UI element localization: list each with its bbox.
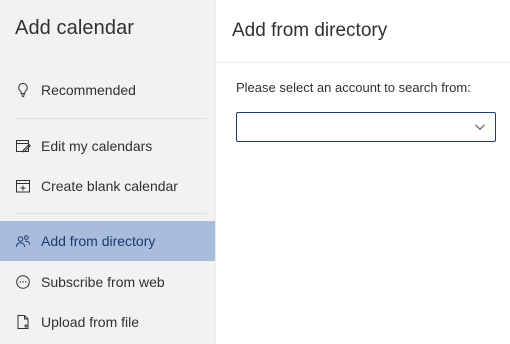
people-icon <box>15 233 31 249</box>
file-upload-icon <box>15 314 31 330</box>
sidebar-item-subscribe-from-web[interactable]: Subscribe from web <box>0 262 215 302</box>
sidebar-item-label: Subscribe from web <box>41 274 165 290</box>
page-title: Add from directory <box>232 20 388 41</box>
sidebar-item-create-blank-calendar[interactable]: Create blank calendar <box>0 166 215 206</box>
sidebar-item-recommended[interactable]: Recommended <box>0 70 215 110</box>
sidebar-item-add-from-directory[interactable]: Add from directory <box>0 221 215 261</box>
account-select[interactable] <box>236 112 496 142</box>
add-calendar-icon <box>15 178 31 194</box>
main-panel: Add from directory Please select an acco… <box>215 0 510 344</box>
chevron-down-icon <box>475 124 485 131</box>
sidebar: Add calendar Recommended Edit my calenda… <box>0 0 215 344</box>
sidebar-item-label: Upload from file <box>41 314 140 330</box>
lightbulb-icon <box>15 82 31 98</box>
add-calendar-dialog: Add calendar Recommended Edit my calenda… <box>0 0 510 344</box>
sidebar-item-label: Edit my calendars <box>41 138 153 154</box>
sidebar-item-edit-my-calendars[interactable]: Edit my calendars <box>0 126 215 166</box>
sidebar-item-label: Add from directory <box>41 233 156 249</box>
edit-calendar-icon <box>15 138 31 154</box>
sidebar-item-label: Recommended <box>41 82 136 98</box>
account-select-label: Please select an account to search from: <box>236 80 471 95</box>
globe-more-icon <box>15 274 31 290</box>
sidebar-item-upload-from-file[interactable]: Upload from file <box>0 302 215 342</box>
divider <box>15 213 207 214</box>
main-header: Add from directory <box>216 0 510 63</box>
sidebar-item-label: Create blank calendar <box>41 178 178 194</box>
sidebar-title: Add calendar <box>15 17 135 39</box>
divider <box>15 118 207 119</box>
